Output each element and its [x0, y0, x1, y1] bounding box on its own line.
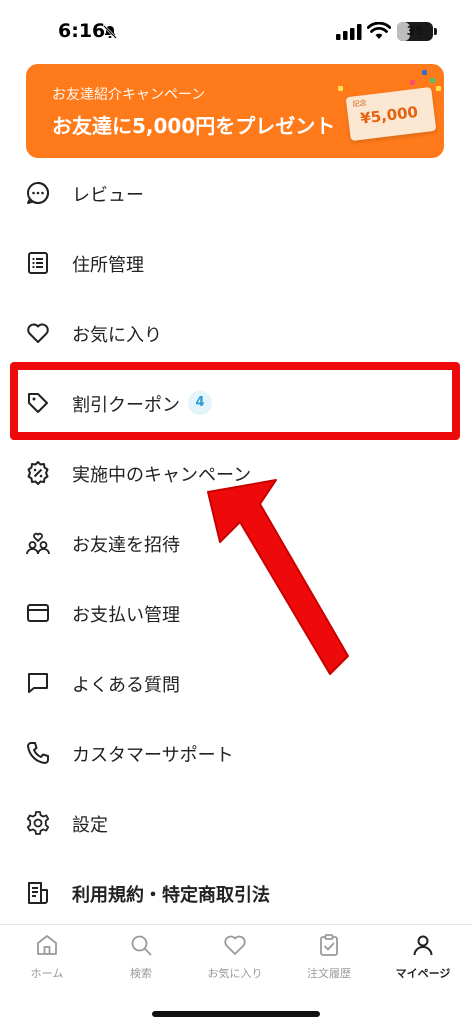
tab-order-history[interactable]: 注文履歴: [282, 925, 376, 995]
document-icon: [28, 882, 48, 904]
status-bar: 6:16 35: [0, 0, 472, 62]
battery-cap: [434, 28, 437, 35]
tab-label: 注文履歴: [307, 967, 351, 980]
battery-indicator: 35: [397, 22, 433, 41]
phone-icon: [27, 742, 49, 764]
confetti: [410, 80, 415, 85]
search-icon: [131, 935, 152, 956]
tab-favorites[interactable]: お気に入り: [188, 925, 282, 995]
cellular-signal-icon: [336, 24, 362, 40]
tab-label: 検索: [130, 967, 152, 980]
confetti: [338, 86, 343, 91]
bell-slash-icon: [103, 25, 117, 39]
clipboard-icon: [320, 934, 338, 956]
confetti: [422, 70, 427, 75]
invite-friends-icon: [26, 532, 50, 555]
chat-bubble-icon: [27, 182, 49, 204]
menu-item-terms[interactable]: 利用規約・特定商取引法: [0, 858, 472, 928]
tab-label: お気に入り: [207, 967, 263, 980]
credit-card-icon: [27, 604, 49, 622]
menu-item-label: よくある質問: [72, 675, 180, 696]
menu-item-settings[interactable]: 設定: [0, 788, 472, 858]
message-square-icon: [28, 673, 48, 693]
tab-search[interactable]: 検索: [94, 925, 188, 995]
menu-item-label: レビュー: [72, 185, 144, 206]
percent-badge-icon: [27, 461, 49, 485]
menu-item-label: お支払い管理: [72, 605, 180, 626]
status-time: 6:16: [58, 20, 106, 42]
menu-item-customer-support[interactable]: カスタマーサポート: [0, 718, 472, 788]
voucher-illustration: 記念 ¥5,000: [345, 86, 437, 142]
menu-item-label: カスタマーサポート: [72, 745, 234, 766]
menu-item-address[interactable]: 住所管理: [0, 228, 472, 298]
red-arrow-annotation: [207, 479, 349, 675]
home-indicator[interactable]: [152, 1011, 320, 1017]
banner-title: お友達に5,000円をプレゼント: [52, 114, 336, 138]
heart-icon: [224, 935, 246, 955]
home-icon: [37, 935, 57, 955]
wifi-icon: [367, 22, 391, 39]
menu-item-label: お友達を招待: [72, 535, 180, 556]
battery-percent: 35: [406, 24, 424, 38]
friend-referral-banner[interactable]: お友達紹介キャンペーン お友達に5,000円をプレゼント 記念 ¥5,000: [26, 64, 444, 158]
heart-icon: [27, 323, 49, 343]
voucher-amount: ¥5,000: [359, 102, 419, 128]
banner-subtitle: お友達紹介キャンペーン: [52, 87, 206, 103]
menu-item-review[interactable]: レビュー: [0, 158, 472, 228]
tab-label: マイページ: [395, 967, 451, 980]
menu-item-favorites[interactable]: お気に入り: [0, 298, 472, 368]
tab-mypage[interactable]: マイページ: [376, 925, 470, 995]
menu-item-label: 利用規約・特定商取引法: [72, 885, 270, 906]
confetti: [430, 78, 435, 83]
confetti: [436, 86, 441, 91]
tab-label: ホーム: [30, 967, 64, 980]
bottom-tab-bar: ホーム 検索 お気に入り 注文履歴 マイページ: [0, 924, 472, 1024]
menu-item-label: 住所管理: [72, 255, 144, 276]
highlight-box: [10, 362, 460, 440]
gear-icon: [26, 811, 50, 835]
voucher-tag: 記念: [352, 98, 367, 109]
menu-item-label: お気に入り: [72, 325, 162, 346]
menu-item-label: 設定: [72, 815, 108, 836]
list-icon: [28, 252, 48, 274]
tab-home[interactable]: ホーム: [0, 925, 94, 995]
person-icon: [413, 935, 433, 956]
